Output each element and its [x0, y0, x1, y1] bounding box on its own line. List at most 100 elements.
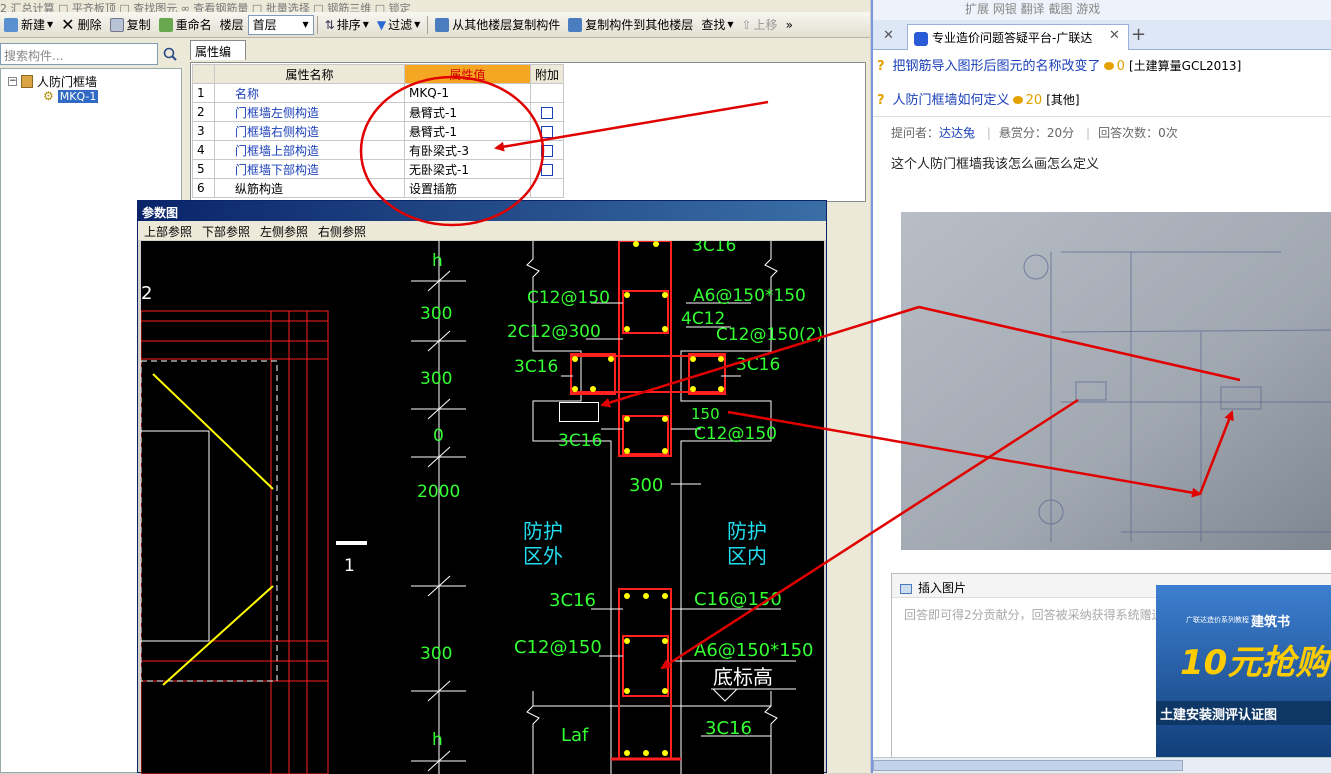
dimension-input[interactable] — [559, 402, 599, 422]
menu-top-reference[interactable]: 上部参照 — [144, 223, 192, 239]
filter-label: 过滤 — [388, 18, 413, 32]
delete-label: 删除 — [77, 18, 102, 32]
move-up-button[interactable]: ⇧ 上移 — [737, 14, 781, 36]
cad-label-inside-2: 区内 — [727, 544, 767, 568]
top-toolbar-strip: 2 汇总计算 □ 平齐板顶 □ 查找图元 ∞ 查看钢筋量 □ 批量选择 □ 钢筋… — [0, 0, 870, 12]
drawing-photo-image — [901, 212, 1331, 550]
dialog-menu: 上部参照 下部参照 左侧参照 右侧参照 — [138, 221, 826, 240]
answer-count: 回答次数：0次 — [1098, 126, 1178, 140]
horizontal-scrollbar[interactable] — [873, 757, 1331, 773]
attach-checkbox[interactable] — [541, 144, 553, 157]
delete-button[interactable]: ✕ 删除 — [57, 14, 105, 36]
row-number: 2 — [192, 102, 215, 122]
copy-from-floor-label: 从其他楼层复制构件 — [452, 18, 561, 32]
tree-item-mkq1[interactable]: ⚙ MKQ-1 — [43, 89, 99, 103]
copy-button[interactable]: 复制 — [106, 14, 155, 36]
cad-label-300: 300 — [629, 475, 663, 496]
glodon-app-window: 2 汇总计算 □ 平齐板顶 □ 查找图元 ∞ 查看钢筋量 □ 批量选择 □ 钢筋… — [0, 0, 870, 774]
insert-image-button[interactable]: 插入图片 — [918, 581, 966, 595]
divider — [873, 116, 1331, 117]
property-extra[interactable] — [529, 121, 565, 141]
new-tab-icon[interactable]: + — [1131, 24, 1146, 45]
copy-from-floor-button[interactable]: 从其他楼层复制构件 — [431, 14, 564, 36]
table-row[interactable]: 2 门框墙左侧构造 悬臂式-1 — [192, 102, 565, 122]
up-arrow-icon: ⇧ — [741, 17, 752, 32]
close-icon[interactable]: ✕ — [1109, 28, 1120, 43]
attach-checkbox[interactable] — [541, 106, 553, 119]
search-input[interactable]: 搜索构件... — [0, 43, 158, 65]
property-value[interactable]: MKQ-1 — [404, 83, 531, 103]
question-photo[interactable] — [901, 212, 1331, 550]
cad-label-bottom-3c16-b: 3C16 — [705, 718, 752, 739]
cad-label-left-3c16: 3C16 — [514, 357, 558, 377]
question-link[interactable]: 人防门框墙如何定义 — [893, 93, 1010, 108]
row-number: 6 — [192, 178, 215, 198]
more-button[interactable]: » — [782, 14, 797, 36]
property-value[interactable]: 悬臂式-1 — [404, 102, 531, 122]
ad-banner[interactable]: 建筑书 广联达造价系列教程 10元抢购 土建安装测评认证图 — [1156, 585, 1331, 757]
cad-label-base-elevation: 底标高 — [713, 665, 773, 689]
browser-tabbar: ✕ 专业造价问题答疑平台-广联达 ✕ + — [873, 20, 1331, 50]
attach-checkbox[interactable] — [541, 125, 553, 138]
cad-label-a6-b: A6@150*150 — [694, 640, 813, 661]
new-button[interactable]: 新建 ▼ — [0, 14, 57, 36]
table-row[interactable]: 4 门框墙上部构造 有卧梁式-3 — [192, 140, 565, 160]
site-icon — [914, 31, 928, 46]
question-icon: ? — [877, 93, 885, 108]
search-button[interactable] — [159, 43, 181, 65]
attach-checkbox[interactable] — [541, 163, 553, 176]
row-number: 1 — [192, 83, 215, 103]
floor-select[interactable]: 首层 ▼ — [247, 14, 314, 35]
property-extra — [529, 83, 565, 103]
menu-right-reference[interactable]: 右侧参照 — [318, 223, 366, 239]
sort-button[interactable]: ⇅ 排序 ▼ — [321, 14, 373, 36]
property-extra[interactable] — [529, 159, 565, 179]
tab-property-edit[interactable]: 属性编辑 — [190, 40, 246, 76]
property-extra[interactable] — [529, 140, 565, 160]
question-link[interactable]: 把钢筋导入图形后图元的名称改变了 — [893, 59, 1101, 74]
dialog-title: 参数图 — [138, 201, 826, 221]
table-row[interactable]: 5 门框墙下部构造 无卧梁式-1 — [192, 159, 565, 179]
parameter-diagram-dialog[interactable]: 参数图 上部参照 下部参照 左侧参照 右侧参照 2 1 h 300 300 0 … — [137, 200, 827, 774]
row-number: 5 — [192, 159, 215, 179]
copy-floor-icon — [568, 17, 583, 32]
browser-menu-items[interactable]: 扩展 网银 翻译 截图 游戏 — [965, 0, 1100, 17]
related-question-2[interactable]: ? 人防门框墙如何定义 20 [其他] — [877, 89, 1080, 108]
filter-button[interactable]: ▼ 过滤 ▼ — [373, 14, 424, 36]
table-row[interactable]: 6 纵筋构造 设置插筋 — [192, 178, 565, 198]
property-value[interactable]: 有卧梁式-3 — [404, 140, 531, 160]
search-icon — [163, 47, 177, 61]
ad-headline: 10元抢购 — [1180, 643, 1330, 683]
find-button[interactable]: 查找 ▼ — [697, 14, 737, 36]
table-row[interactable]: 1 名称 MKQ-1 — [192, 83, 565, 103]
row-number-header — [192, 64, 215, 84]
related-question-1[interactable]: ? 把钢筋导入图形后图元的名称改变了 0 [土建算量GCL2013] — [877, 55, 1241, 74]
copy-floor-icon — [435, 17, 450, 32]
delete-icon: ✕ — [61, 15, 75, 34]
tree-child-label: MKQ-1 — [57, 89, 99, 103]
asker-link[interactable]: 达达兔 — [939, 126, 975, 140]
question-icon: ? — [877, 59, 885, 74]
property-extra[interactable] — [529, 102, 565, 122]
menu-left-reference[interactable]: 左侧参照 — [260, 223, 308, 239]
col-extra-header: 附加 — [529, 64, 565, 84]
close-tab-icon[interactable]: ✕ — [883, 28, 894, 43]
property-value[interactable]: 设置插筋 — [404, 178, 531, 198]
tab-active[interactable]: 专业造价问题答疑平台-广联达 — [907, 24, 1129, 50]
property-value[interactable]: 悬臂式-1 — [404, 121, 531, 141]
cad-label-c12-150-2: C12@150(2) — [716, 325, 823, 345]
table-row[interactable]: 3 门框墙右侧构造 悬臂式-1 — [192, 121, 565, 141]
tree-root-label: 人防门框墙 — [37, 75, 98, 89]
rename-button[interactable]: 重命名 — [155, 14, 216, 36]
scrollbar-thumb[interactable] — [873, 760, 1183, 771]
cad-drawing: 2 1 h 300 300 0 2000 300 h 3C16 C12@150 … — [141, 241, 823, 774]
menu-bottom-reference[interactable]: 下部参照 — [202, 223, 250, 239]
copy-to-floor-button[interactable]: 复制构件到其他楼层 — [564, 14, 697, 36]
collapse-icon[interactable]: − — [8, 77, 17, 86]
cad-canvas[interactable]: 2 1 h 300 300 0 2000 300 h 3C16 C12@150 … — [141, 241, 824, 774]
cad-label-left-3c16-b: 3C16 — [558, 431, 602, 451]
cad-label-c12-150-c: C12@150 — [514, 637, 602, 658]
dim-h-bottom: h — [432, 730, 443, 750]
property-value[interactable]: 无卧梁式-1 — [404, 159, 531, 179]
tree-item-root[interactable]: − 人防门框墙 — [8, 73, 97, 90]
